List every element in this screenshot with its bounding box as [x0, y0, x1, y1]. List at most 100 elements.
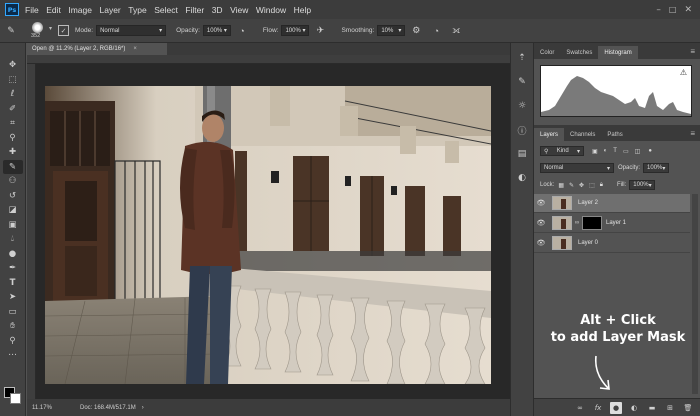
layer-mask-thumbnail[interactable]: [582, 216, 602, 230]
path-select-icon[interactable]: ➤: [3, 290, 23, 305]
tab-channels[interactable]: Channels: [564, 128, 601, 141]
layer-row-layer-0[interactable]: 👁︎ Layer 0: [534, 234, 690, 253]
layer-opacity-input[interactable]: 100% ▾: [643, 163, 670, 173]
menu-help[interactable]: Help: [294, 5, 311, 15]
background-color-swatch[interactable]: [10, 393, 21, 404]
mask-link-chain-icon[interactable]: ∞: [574, 220, 580, 226]
blur-icon[interactable]: 💧︎: [3, 232, 23, 247]
chevron-right-icon[interactable]: ›: [142, 405, 144, 411]
lasso-icon[interactable]: ℓ: [3, 87, 23, 102]
hand-icon[interactable]: ✋︎: [3, 319, 23, 334]
healing-icon[interactable]: ✚: [3, 145, 23, 160]
symmetry-icon[interactable]: ⟗: [449, 24, 463, 38]
more-tools-icon[interactable]: ⋯: [3, 348, 23, 363]
panel-menu-icon[interactable]: ≡: [690, 129, 695, 138]
zoom-level[interactable]: 11.17%: [32, 405, 70, 411]
menu-layer[interactable]: Layer: [99, 5, 120, 15]
layer-filter-select[interactable]: ⚲ Kind ▾: [540, 146, 584, 156]
menu-file[interactable]: File: [25, 5, 39, 15]
layer-row-layer-1[interactable]: 👁︎ ∞ Layer 1: [534, 214, 690, 233]
filter-toggle-icon[interactable]: ●: [648, 148, 652, 154]
quick-select-icon[interactable]: ✐: [3, 102, 23, 117]
menu-image[interactable]: Image: [68, 5, 92, 15]
layer-row-layer-2[interactable]: 👁︎ Layer 2: [534, 194, 690, 213]
stamp-icon[interactable]: ⚇: [3, 174, 23, 189]
rectangle-icon[interactable]: ▭: [3, 305, 23, 320]
menu-select[interactable]: Select: [154, 5, 178, 15]
delete-layer-trash-icon[interactable]: 🗑︎: [682, 402, 694, 414]
color-swatches[interactable]: [4, 387, 22, 405]
tab-paths[interactable]: Paths: [601, 128, 628, 141]
zoom-icon[interactable]: ⚲: [3, 334, 23, 349]
filter-type-icon[interactable]: T: [613, 148, 617, 154]
brush-icon[interactable]: ✎: [2, 159, 23, 174]
properties-icon[interactable]: ▤: [515, 147, 529, 161]
maximize-icon[interactable]: □: [669, 5, 677, 14]
menu-edit[interactable]: Edit: [46, 5, 61, 15]
lock-position-icon[interactable]: ✥: [579, 182, 584, 189]
layers-scrollbar[interactable]: [692, 194, 698, 394]
layer-thumbnail[interactable]: [552, 216, 572, 230]
layer-style-fx-icon[interactable]: fx: [592, 402, 604, 414]
smoothing-input[interactable]: 10% ▾: [377, 25, 406, 36]
layer-name[interactable]: Layer 2: [578, 200, 598, 206]
visibility-eye-icon[interactable]: 👁︎: [534, 199, 548, 207]
blend-mode-select[interactable]: Normal ▾: [540, 163, 614, 173]
adjustments-icon[interactable]: ◐: [515, 171, 529, 185]
document-tab[interactable]: Open @ 11.2% (Layer 2, RGB/16*) ×: [27, 43, 167, 55]
brush-settings-icon[interactable]: ✎: [515, 75, 529, 89]
gradient-icon[interactable]: ▣: [3, 218, 23, 233]
menu-filter[interactable]: Filter: [185, 5, 204, 15]
lock-transparency-icon[interactable]: ▦: [558, 182, 564, 189]
filter-adjustment-icon[interactable]: ◐: [604, 148, 608, 154]
pressure-opacity-icon[interactable]: ◔: [235, 24, 249, 38]
visibility-eye-icon[interactable]: 👁︎: [534, 219, 548, 227]
menu-window[interactable]: Window: [256, 5, 286, 15]
brush-tool-icon[interactable]: ✎: [4, 24, 18, 38]
fill-input[interactable]: 100% ▾: [629, 180, 656, 190]
marquee-icon[interactable]: ⬚: [3, 73, 23, 88]
eraser-icon[interactable]: ◪: [3, 203, 23, 218]
adjustments-sun-icon[interactable]: ☼: [515, 99, 529, 113]
panel-menu-icon[interactable]: ≡: [690, 47, 695, 56]
visibility-eye-icon[interactable]: 👁︎: [534, 239, 548, 247]
layer-thumbnail[interactable]: [552, 196, 572, 210]
canvas-photo[interactable]: [45, 86, 491, 384]
type-icon[interactable]: T: [3, 276, 23, 291]
move-icon[interactable]: ✥: [3, 58, 23, 73]
filter-smart-object-icon[interactable]: ◫: [635, 148, 641, 155]
pressure-size-icon[interactable]: ◔: [429, 24, 443, 38]
history-icon[interactable]: ⇡: [515, 51, 529, 65]
new-group-folder-icon[interactable]: ▬: [646, 402, 658, 414]
dodge-icon[interactable]: ●: [3, 247, 23, 262]
airbrush-icon[interactable]: ✈: [313, 24, 327, 38]
document-size-info[interactable]: Doc: 168.4M/517.1M: [80, 405, 136, 411]
mode-select[interactable]: Normal ▾: [96, 25, 167, 36]
tab-swatches[interactable]: Swatches: [560, 46, 598, 59]
warning-icon[interactable]: ⚠: [680, 68, 687, 77]
flow-input[interactable]: 100% ▾: [281, 25, 310, 36]
tab-histogram[interactable]: Histogram: [598, 46, 638, 59]
layer-thumbnail[interactable]: [552, 236, 572, 250]
add-layer-mask-icon[interactable]: ●: [610, 401, 622, 414]
minimize-icon[interactable]: –: [656, 5, 661, 15]
new-layer-icon[interactable]: ⊞: [664, 402, 676, 414]
lock-artboard-icon[interactable]: ⬚: [589, 182, 595, 189]
filter-pixel-icon[interactable]: ▣: [592, 148, 598, 155]
close-icon[interactable]: ✕: [684, 5, 692, 15]
smoothing-settings-gear-icon[interactable]: ⚙: [409, 24, 423, 38]
history-brush-icon[interactable]: ↺: [3, 189, 23, 204]
menu-3d[interactable]: 3D: [212, 5, 223, 15]
brush-panel-icon[interactable]: ✓: [58, 25, 69, 36]
pen-icon[interactable]: ✒: [3, 261, 23, 276]
link-layers-icon[interactable]: ∞: [574, 402, 586, 414]
close-tab-icon[interactable]: ×: [133, 46, 137, 52]
tab-layers[interactable]: Layers: [534, 128, 565, 141]
new-adjustment-layer-icon[interactable]: ◐: [628, 402, 640, 414]
info-icon[interactable]: ⓘ: [515, 123, 529, 137]
tab-color[interactable]: Color: [534, 46, 560, 59]
eyedropper-icon[interactable]: ⚲: [3, 131, 23, 146]
filter-shape-icon[interactable]: ▭: [623, 148, 629, 155]
menu-view[interactable]: View: [230, 5, 248, 15]
opacity-input[interactable]: 100% ▾: [202, 25, 231, 36]
